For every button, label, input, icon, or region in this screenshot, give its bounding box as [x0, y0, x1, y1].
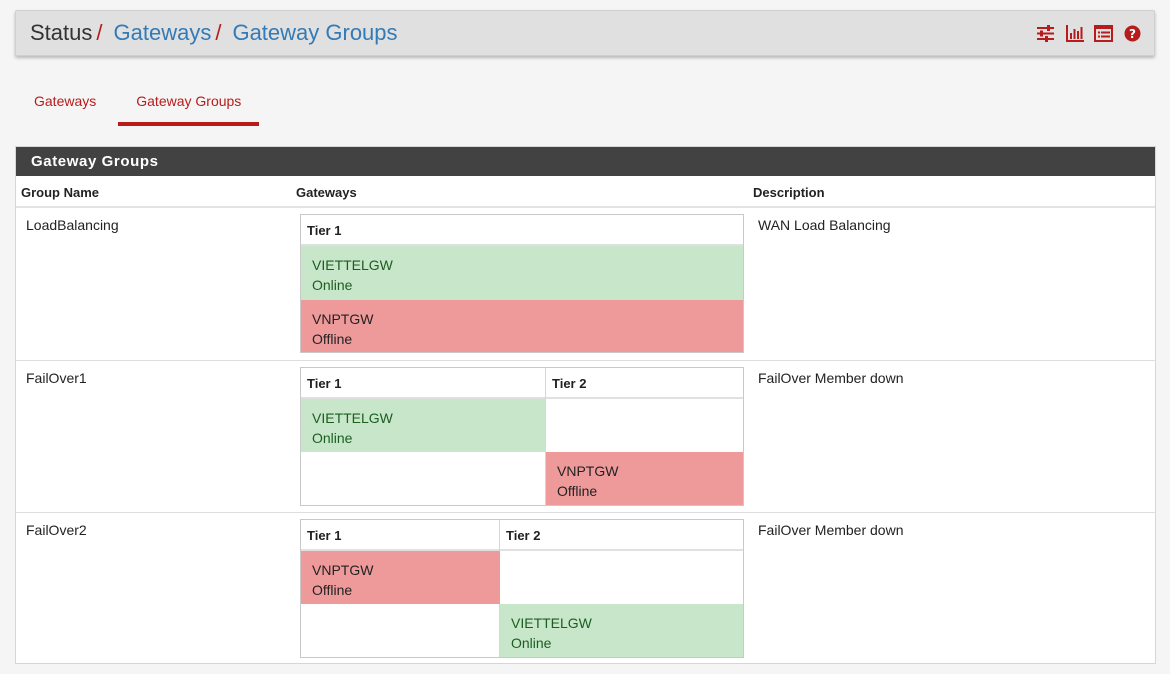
gateway-name: VIETTELGW	[312, 410, 393, 426]
tier-header: Tier 2	[546, 368, 743, 399]
gateway-tier-table: Tier 1 VIETTELGW Online VNPTGW Offline	[300, 214, 744, 353]
column-header-description: Description	[753, 185, 825, 200]
gateway-status: Online	[511, 635, 552, 651]
gateway-status-cell: VIETTELGW Online	[301, 399, 546, 452]
group-description: FailOver Member down	[758, 370, 904, 386]
tab-bar: Gateways Gateway Groups	[16, 82, 260, 126]
page-header: Status / Gateways / Gateway Groups ?	[15, 10, 1155, 56]
group-name: LoadBalancing	[26, 217, 119, 233]
gateway-status-cell: VNPTGW Offline	[301, 551, 500, 604]
gateway-name: VNPTGW	[557, 463, 619, 479]
gateway-status-cell: VNPTGW Offline	[546, 452, 743, 505]
gateway-tier-table: Tier 1 Tier 2 VNPTGW Offline VIETTELGW O…	[300, 519, 744, 658]
header-icons: ?	[1036, 25, 1142, 42]
gateway-status: Offline	[312, 331, 353, 347]
group-name: FailOver2	[26, 522, 87, 538]
breadcrumb-status: Status	[30, 20, 93, 45]
breadcrumb-separator: /	[96, 20, 103, 45]
panel-title: Gateway Groups	[16, 147, 1155, 176]
group-description: FailOver Member down	[758, 522, 904, 538]
tier-divider	[499, 520, 500, 551]
tier-divider	[545, 452, 546, 505]
gateway-tier-table: Tier 1 Tier 2 VIETTELGW Online VNPTGW Of…	[300, 367, 744, 506]
help-icon[interactable]: ?	[1123, 25, 1142, 42]
group-description: WAN Load Balancing	[758, 217, 891, 233]
gateway-name: VIETTELGW	[511, 615, 592, 631]
tier-header: Tier 1	[301, 215, 743, 246]
breadcrumb-separator: /	[215, 20, 222, 45]
gateway-status-cell: VIETTELGW Online	[500, 604, 743, 657]
gateway-status: Online	[312, 277, 353, 293]
sliders-icon[interactable]	[1036, 25, 1055, 42]
table-row: FailOver2 Tier 1 Tier 2 VNPTGW Offline V…	[16, 512, 1155, 664]
gateway-status: Offline	[312, 582, 353, 598]
tier-divider	[545, 368, 546, 399]
breadcrumb-gateway-groups-link[interactable]: Gateway Groups	[232, 22, 397, 44]
gateway-name: VIETTELGW	[312, 257, 393, 273]
gateway-status-cell: VIETTELGW Online	[301, 246, 743, 300]
group-name: FailOver1	[26, 370, 87, 386]
gateway-status: Offline	[557, 483, 598, 499]
breadcrumb-gateways-link[interactable]: Gateways	[114, 22, 212, 44]
column-header-group-name: Group Name	[21, 185, 100, 200]
tab-gateways[interactable]: Gateways	[16, 82, 114, 126]
gateway-status-cell: VNPTGW Offline	[301, 300, 743, 352]
tier-header: Tier 2	[500, 520, 743, 551]
gateway-status: Online	[312, 430, 353, 446]
gateway-name: VNPTGW	[312, 311, 374, 327]
tier-divider	[499, 604, 500, 657]
column-header-gateways: Gateways	[296, 185, 357, 200]
list-icon[interactable]	[1094, 25, 1113, 42]
gateway-name: VNPTGW	[312, 562, 374, 578]
table-row: FailOver1 Tier 1 Tier 2 VIETTELGW Online…	[16, 360, 1155, 512]
svg-text:?: ?	[1129, 27, 1136, 41]
tab-gateway-groups[interactable]: Gateway Groups	[118, 82, 260, 126]
bar-chart-icon[interactable]	[1065, 25, 1084, 42]
tier-header: Tier 1	[301, 368, 546, 399]
gateway-groups-panel: Gateway Groups Group Name Gateways Descr…	[15, 146, 1156, 664]
tier-header: Tier 1	[301, 520, 500, 551]
table-row: LoadBalancing Tier 1 VIETTELGW Online VN…	[16, 208, 1155, 360]
